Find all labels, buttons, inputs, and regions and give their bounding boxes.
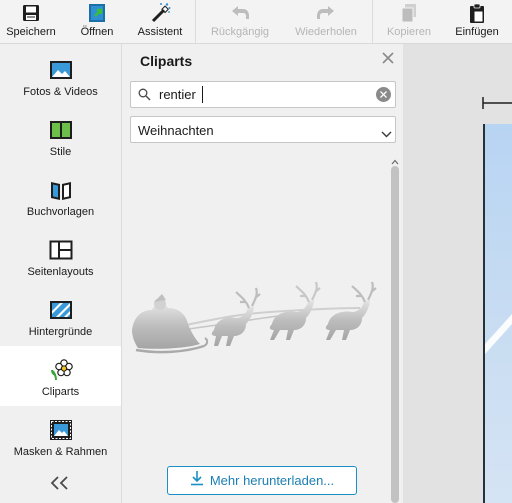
sidebar-item-book-templates[interactable]: Buchvorlagen <box>0 166 121 226</box>
clear-icon <box>380 91 387 98</box>
close-panel-button[interactable] <box>380 52 396 68</box>
open-icon <box>86 2 108 24</box>
sidebar-item-styles[interactable]: Stile <box>0 106 121 166</box>
page-decoration <box>485 314 512 354</box>
chevron-down-icon <box>381 125 392 143</box>
sidebar-item-page-layouts[interactable]: Seitenlayouts <box>0 226 121 286</box>
undo-label: Rückgängig <box>210 26 270 38</box>
backgrounds-icon <box>49 299 73 321</box>
search-box <box>130 81 396 108</box>
clear-search-button[interactable] <box>376 87 391 102</box>
open-label: Öffnen <box>80 26 114 38</box>
ruler-marker <box>482 96 512 115</box>
editor-canvas[interactable] <box>403 44 512 503</box>
search-input[interactable] <box>159 84 369 105</box>
toolbar-divider <box>195 0 196 44</box>
download-more-button[interactable]: Mehr herunterladen... <box>167 466 357 495</box>
cliparts-panel: Cliparts Weihnachten <box>122 44 403 503</box>
redo-label: Wiederholen <box>295 26 357 38</box>
close-icon <box>382 51 394 69</box>
save-button[interactable]: Speichern <box>0 0 62 44</box>
redo-icon <box>315 2 337 24</box>
scroll-thumb[interactable] <box>391 166 399 503</box>
paste-label: Einfügen <box>455 26 499 38</box>
assistant-button[interactable]: Assistent <box>132 0 188 44</box>
sidebar-item-photos-videos[interactable]: Fotos & Videos <box>0 46 121 106</box>
toolbar-divider <box>372 0 373 44</box>
flower-icon <box>49 359 73 381</box>
category-select-value: Weihnachten <box>138 123 214 138</box>
paste-icon <box>466 2 488 24</box>
sidebar: Fotos & Videos Stile Buchvorlagen Seiten… <box>0 44 122 503</box>
undo-button[interactable]: Rückgängig <box>204 0 276 44</box>
sidebar-item-masks-frames[interactable]: Masken & Rahmen <box>0 406 121 466</box>
assistant-label: Assistent <box>137 26 183 38</box>
double-chevron-left-icon <box>49 475 71 495</box>
results-scrollbar[interactable] <box>388 150 402 503</box>
clipart-results <box>130 150 388 503</box>
open-button[interactable]: Öffnen <box>73 0 121 44</box>
category-select[interactable]: Weihnachten <box>130 116 396 143</box>
wand-icon <box>149 2 171 24</box>
panel-title: Cliparts <box>140 53 193 69</box>
download-icon <box>190 470 204 491</box>
download-more-label: Mehr herunterladen... <box>209 473 335 488</box>
paste-button[interactable]: Einfügen <box>448 0 506 44</box>
styles-icon <box>49 119 73 141</box>
book-templates-icon <box>49 179 73 201</box>
redo-button[interactable]: Wiederholen <box>289 0 363 44</box>
save-icon <box>20 2 42 24</box>
sidebar-item-backgrounds[interactable]: Hintergründe <box>0 286 121 346</box>
collapse-sidebar-button[interactable] <box>45 473 75 497</box>
sidebar-item-label: Buchvorlagen <box>26 206 95 218</box>
copy-label: Kopieren <box>386 26 432 38</box>
copy-icon <box>398 2 420 24</box>
sidebar-item-label: Seitenlayouts <box>27 266 94 278</box>
text-cursor <box>202 86 203 103</box>
sidebar-item-label: Masken & Rahmen <box>13 446 108 458</box>
search-icon <box>138 88 151 106</box>
sidebar-item-label: Hintergründe <box>28 326 93 338</box>
copy-button[interactable]: Kopieren <box>381 0 437 44</box>
save-label: Speichern <box>6 26 56 38</box>
sidebar-item-label: Stile <box>49 146 72 158</box>
masks-frames-icon <box>49 419 73 441</box>
photos-icon <box>49 59 73 81</box>
sidebar-item-label: Cliparts <box>41 386 80 398</box>
sidebar-item-label: Fotos & Videos <box>23 86 98 98</box>
page-layouts-icon <box>49 239 73 261</box>
main-toolbar: Speichern Öffnen Assistent Rückgängig Wi… <box>0 0 512 44</box>
undo-icon <box>229 2 251 24</box>
page-preview[interactable] <box>483 124 512 503</box>
sidebar-item-cliparts[interactable]: Cliparts <box>0 346 121 406</box>
santa-sleigh-reindeer-clipart[interactable] <box>130 280 388 365</box>
